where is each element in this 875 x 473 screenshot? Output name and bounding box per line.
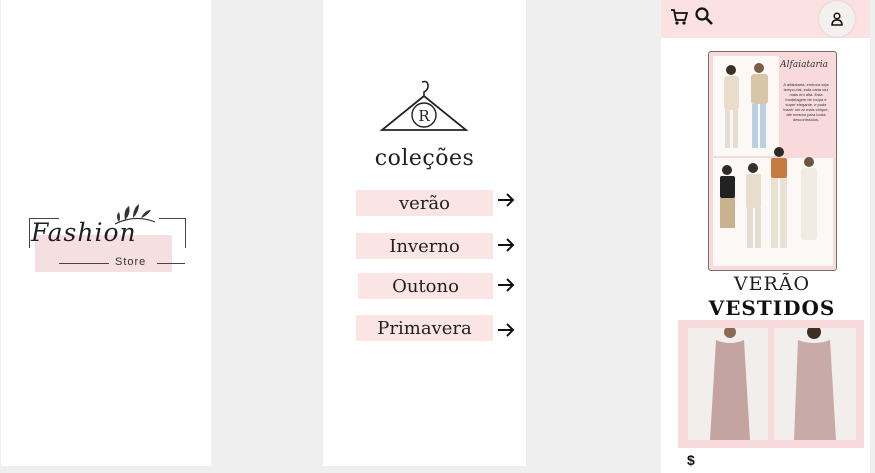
arrow-right-icon[interactable] (496, 275, 516, 295)
cart-icon[interactable] (670, 8, 688, 26)
logo-subtitle: Store (115, 256, 147, 268)
logo-panel: Fashion Store (1, 0, 211, 466)
dollar-icon[interactable]: $ (687, 452, 695, 468)
top-bar (661, 0, 870, 38)
collections-title: coleções (374, 146, 475, 171)
collection-button-primavera[interactable]: Primavera (356, 315, 493, 341)
logo-wordmark: Fashion (31, 218, 137, 247)
lookbook-card[interactable]: Alfaiataria A alfaiataria, embora seja t… (708, 51, 837, 271)
fashion-store-logo: Fashion Store (29, 200, 189, 280)
dress-product-image[interactable] (678, 320, 864, 448)
hanger-letter: R (418, 107, 430, 125)
mobile-store-panel: Alfaiataria A alfaiataria, embora seja t… (661, 0, 870, 473)
collection-button-verao[interactable]: verão (356, 190, 493, 216)
arrow-right-icon[interactable] (496, 320, 516, 340)
collection-button-inverno[interactable]: Inverno (356, 233, 493, 259)
season-label: VERÃO (733, 273, 811, 295)
lookbook-title: Alfaiataria (780, 60, 828, 70)
arrow-right-icon[interactable] (496, 235, 516, 255)
category-label: VESTIDOS (708, 296, 836, 320)
dress-photo (688, 328, 856, 440)
user-icon (831, 12, 843, 26)
collection-button-outono[interactable]: Outono (358, 273, 493, 299)
avatar[interactable] (819, 1, 855, 37)
logo-underline (59, 263, 109, 264)
collections-panel: R coleções verão Inverno Outono Primaver… (323, 0, 526, 466)
lookbook-text: A alfaiataria, embora seja tempo-rial, e… (783, 82, 829, 122)
search-icon[interactable] (694, 6, 714, 26)
arrow-right-icon[interactable] (496, 190, 516, 210)
logo-frame-line (29, 218, 30, 248)
hanger-logo-icon: R (379, 80, 469, 131)
logo-underline (157, 263, 185, 264)
